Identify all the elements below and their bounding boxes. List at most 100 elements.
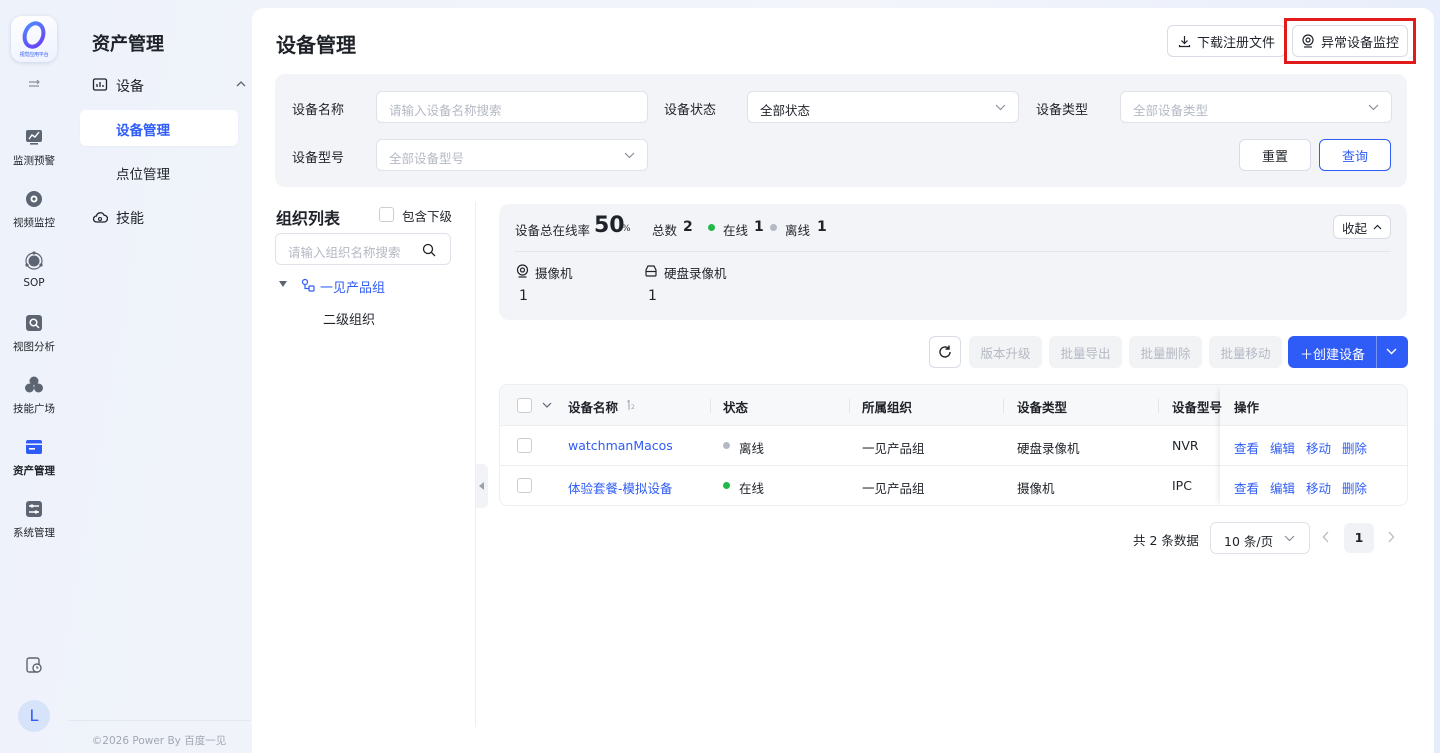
submenu-item-device-management[interactable]: 设备管理 — [80, 110, 238, 146]
rail-item-skills-square[interactable]: 技能广场 — [0, 375, 68, 427]
chevron-down-icon — [624, 152, 635, 159]
nvr-type-count: 1 — [648, 288, 657, 304]
rail-label: 视图分析 — [13, 341, 55, 353]
rail-item-assets[interactable]: 资产管理 — [0, 437, 68, 489]
query-button[interactable]: 查询 — [1319, 139, 1391, 171]
online-rate-unit: % — [622, 224, 631, 234]
create-device-button[interactable]: ＋创建设备 — [1288, 336, 1408, 368]
model-cell: IPC — [1172, 478, 1192, 493]
submenu-item-label: 设备管理 — [116, 123, 170, 139]
row-checkbox[interactable] — [517, 478, 532, 493]
chevron-down-icon — [1284, 535, 1295, 542]
history-clock-icon[interactable] — [25, 656, 43, 674]
rail-label: 视频监控 — [13, 217, 55, 229]
camera-type-label: 摄像机 — [535, 266, 573, 281]
collapse-tree-handle[interactable] — [476, 464, 488, 508]
device-name-link[interactable]: 体验套餐-模拟设备 — [568, 478, 673, 497]
batch-move-button[interactable]: 批量移动 — [1209, 336, 1282, 368]
model-cell: NVR — [1172, 438, 1199, 453]
submenu-title: 资产管理 — [92, 34, 164, 55]
device-status-select[interactable]: 全部状态 — [747, 91, 1019, 123]
refresh-button[interactable] — [929, 336, 961, 368]
rail-label: 资产管理 — [13, 465, 55, 477]
version-upgrade-button[interactable]: 版本升级 — [969, 336, 1042, 368]
tree-node-sub-org[interactable]: 二级组织 — [323, 309, 375, 328]
plus-icon: ＋ — [1300, 348, 1314, 363]
rail-item-sop[interactable]: SOP — [0, 251, 68, 303]
tree-node-label: 一见产品组 — [320, 281, 386, 296]
batch-delete-button[interactable]: 批量删除 — [1129, 336, 1202, 368]
page-title: 设备管理 — [276, 33, 356, 57]
device-type-select[interactable]: 全部设备类型 — [1120, 91, 1392, 123]
video-icon — [26, 191, 42, 207]
row-checkbox[interactable] — [517, 438, 532, 453]
reset-button[interactable]: 重置 — [1239, 139, 1311, 171]
org-search-input[interactable]: 请输入组织名称搜索 — [275, 233, 451, 265]
rail-item-system[interactable]: 系统管理 — [0, 499, 68, 551]
device-name-placeholder: 请输入设备名称搜索 — [389, 103, 502, 118]
submenu-item-point-management[interactable]: 点位管理 — [80, 154, 238, 190]
app-logo[interactable]: 视觉应用平台 — [11, 16, 57, 62]
prev-page-icon[interactable] — [1322, 531, 1330, 543]
download-label: 下载注册文件 — [1196, 35, 1275, 51]
sort-icon[interactable]: 2 — [626, 399, 636, 411]
pagination-total: 共 2 条数据 — [1133, 533, 1199, 548]
rail-label: 系统管理 — [13, 527, 55, 539]
icon-rail: 视觉应用平台 监测预警 视频监控 SOP 视图分析 技能广场 资产管理 系统管理… — [0, 0, 68, 753]
rail-label: 技能广场 — [13, 403, 55, 415]
caret-down-icon — [279, 281, 287, 287]
page-number-current[interactable]: 1 — [1344, 523, 1374, 553]
org-structure-icon — [301, 278, 315, 292]
status-dot — [723, 482, 730, 489]
total-value: 2 — [683, 219, 693, 235]
chevron-down-icon — [995, 104, 1006, 111]
batch-export-button[interactable]: 批量导出 — [1049, 336, 1122, 368]
online-value: 1 — [754, 219, 764, 235]
page-size-select[interactable]: 10 条/页 — [1210, 522, 1310, 554]
stats-divider — [515, 251, 1391, 252]
rail-item-video[interactable]: 视频监控 — [0, 189, 68, 241]
cloud-skill-icon — [92, 212, 108, 223]
include-children-checkbox[interactable] — [379, 207, 394, 222]
nvr-type-label: 硬盘录像机 — [664, 266, 727, 281]
page-size-value: 10 条/页 — [1224, 534, 1274, 549]
fixed-actions-column — [1220, 385, 1407, 505]
include-children-label: 包含下级 — [402, 209, 453, 224]
sop-icon — [25, 251, 43, 270]
rail-item-view-analysis[interactable]: 视图分析 — [0, 313, 68, 365]
chevron-down-icon — [1368, 104, 1379, 111]
download-register-file-button[interactable]: 下载注册文件 — [1167, 25, 1286, 57]
user-avatar[interactable]: L — [18, 700, 50, 732]
expand-rail-icon[interactable] — [26, 78, 42, 90]
col-header-model: 设备型号 — [1172, 400, 1223, 415]
device-model-label: 设备型号 — [292, 151, 345, 166]
submenu-item-skills[interactable]: 技能 — [80, 204, 238, 230]
offline-value: 1 — [817, 219, 827, 235]
online-rate-value: 50 — [594, 213, 625, 238]
col-header-name: 设备名称 — [568, 400, 619, 415]
stats-panel: 设备总在线率 50 % 总数 2 在线 1 离线 1 收起 摄像机 1 硬盘录像… — [499, 204, 1407, 320]
device-model-select[interactable]: 全部设备型号 — [376, 139, 648, 171]
online-dot — [708, 224, 715, 231]
chevron-up-icon — [1373, 224, 1382, 230]
select-all-checkbox[interactable] — [517, 398, 532, 413]
device-type-placeholder: 全部设备类型 — [1133, 103, 1209, 118]
rail-item-monitoring[interactable]: 监测预警 — [0, 127, 68, 179]
device-name-link[interactable]: watchmanMacos — [568, 438, 673, 453]
refresh-icon — [939, 345, 951, 358]
main-panel: 设备管理 下载注册文件 异常设备监控 设备名称 请输入设备名称搜索 设备状态 全… — [252, 8, 1434, 753]
highlight-box — [1284, 18, 1416, 64]
column-separator — [1158, 399, 1159, 413]
org-cell: 一见产品组 — [862, 481, 925, 496]
offline-dot — [770, 224, 777, 231]
collapse-stats-button[interactable]: 收起 — [1333, 215, 1391, 239]
next-page-icon[interactable] — [1387, 531, 1395, 543]
online-label: 在线 — [723, 223, 749, 238]
col-header-status: 状态 — [723, 400, 749, 415]
chevron-down-icon[interactable] — [1386, 348, 1397, 355]
device-name-input[interactable]: 请输入设备名称搜索 — [376, 91, 648, 123]
submenu-group-label: 设备 — [116, 79, 144, 95]
device-table: 设备名称 2 状态 所属组织 设备类型 设备型号 操作 watchmanMaco… — [499, 384, 1408, 506]
svg-text:2: 2 — [631, 404, 635, 411]
chevron-down-icon[interactable] — [542, 402, 552, 408]
